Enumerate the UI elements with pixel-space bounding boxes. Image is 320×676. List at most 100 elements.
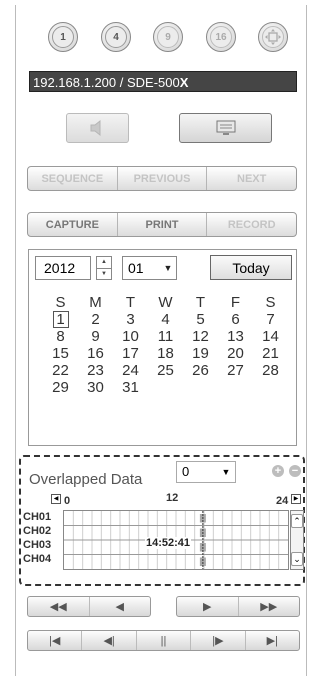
calendar-day[interactable]: 19 bbox=[183, 345, 218, 362]
calendar-day[interactable]: 16 bbox=[78, 345, 113, 362]
fast-forward-button[interactable]: ▶▶ bbox=[239, 597, 300, 616]
audio-button[interactable] bbox=[66, 113, 129, 143]
selected-day-box: 1 bbox=[52, 311, 69, 328]
channel-4-label: 4 bbox=[113, 31, 119, 43]
record-button[interactable]: RECORD bbox=[207, 213, 296, 236]
channel-16-label: 16 bbox=[215, 31, 227, 43]
spinner-down-icon[interactable]: ▼ bbox=[97, 269, 111, 280]
calendar-day[interactable]: 24 bbox=[113, 362, 148, 379]
first-frame-button[interactable]: |◀ bbox=[28, 631, 83, 650]
print-button[interactable]: PRINT bbox=[118, 213, 208, 236]
timeline-scrollbar[interactable]: ⌃ ⌄ bbox=[290, 510, 304, 570]
timeline-right-arrow-icon[interactable]: ▶ bbox=[291, 494, 301, 504]
calendar-day[interactable]: 11 bbox=[148, 328, 183, 345]
calendar-day[interactable]: 22 bbox=[43, 362, 78, 379]
weekday-label: T bbox=[195, 294, 206, 311]
scroll-down-icon[interactable]: ⌄ bbox=[291, 552, 303, 566]
calendar-day[interactable]: 5 bbox=[183, 311, 218, 328]
weekday-label: F bbox=[230, 294, 241, 311]
calendar-week-row: 1234567 bbox=[43, 311, 291, 328]
channel-label: CH04 bbox=[23, 553, 52, 565]
last-frame-button[interactable]: ▶| bbox=[246, 631, 299, 650]
chevron-down-icon: ▼ bbox=[221, 467, 231, 477]
nav-group-step: |◀ ◀| || |▶ ▶| bbox=[27, 630, 300, 651]
sequence-button[interactable]: SEQUENCE bbox=[28, 167, 118, 190]
calendar-day[interactable]: 23 bbox=[78, 362, 113, 379]
calendar-week-row: 29 30 31 bbox=[43, 379, 291, 396]
calendar-week-row: 22 23 24 25 26 27 28 bbox=[43, 362, 291, 379]
calendar-day[interactable]: 7 bbox=[253, 311, 288, 328]
today-button[interactable]: Today bbox=[210, 255, 292, 280]
calendar-day[interactable]: 3 bbox=[113, 311, 148, 328]
calendar-day[interactable]: 13 bbox=[218, 328, 253, 345]
spinner-up-icon[interactable]: ▲ bbox=[97, 257, 111, 269]
channel-labels: CH01 CH02 CH03 CH04 bbox=[21, 510, 63, 580]
timeline-left-arrow-icon[interactable]: ◀ bbox=[51, 494, 61, 504]
calendar-day[interactable]: 29 bbox=[43, 379, 78, 396]
calendar-day[interactable]: 28 bbox=[253, 362, 288, 379]
monitor-icon bbox=[216, 120, 235, 135]
calendar-day[interactable]: 14 bbox=[253, 328, 288, 345]
play-button[interactable]: ▶ bbox=[177, 597, 239, 616]
calendar-day[interactable]: 21 bbox=[253, 345, 288, 362]
zoom-out-icon[interactable]: − bbox=[289, 465, 301, 477]
calendar-day[interactable]: 30 bbox=[78, 379, 113, 396]
calendar-day[interactable]: 31 bbox=[113, 379, 148, 396]
year-field[interactable]: 2012 bbox=[35, 256, 91, 280]
calendar-day[interactable]: 1 bbox=[43, 311, 78, 328]
nav-group-back: ◀◀ ◀ bbox=[27, 596, 151, 617]
calendar-day[interactable]: 26 bbox=[183, 362, 218, 379]
pause-button[interactable]: || bbox=[137, 631, 192, 650]
calendar-day[interactable]: 9 bbox=[78, 328, 113, 345]
fullscreen-button[interactable] bbox=[258, 22, 288, 52]
overlapped-data-select[interactable]: 0 ▼ bbox=[176, 461, 236, 483]
capture-button[interactable]: CAPTURE bbox=[28, 213, 118, 236]
channel-16-button[interactable]: 16 bbox=[206, 22, 236, 52]
calendar-day[interactable]: 17 bbox=[113, 345, 148, 362]
weekday-label: S bbox=[265, 294, 276, 311]
display-button[interactable] bbox=[179, 113, 272, 143]
calendar-week-row: 15 16 17 18 19 20 21 bbox=[43, 345, 291, 362]
calendar-day[interactable]: 12 bbox=[183, 328, 218, 345]
calendar-day[interactable]: 4 bbox=[148, 311, 183, 328]
step-back-button[interactable]: ◀| bbox=[82, 631, 137, 650]
calendar-day[interactable]: 25 bbox=[148, 362, 183, 379]
nav-group-forward: ▶ ▶▶ bbox=[176, 596, 300, 617]
calendar-day[interactable]: 8 bbox=[43, 328, 78, 345]
step-forward-button[interactable]: |▶ bbox=[191, 631, 246, 650]
dvr-control-panel: 1 4 9 16 192.168.1.200 / SDE-500X SEQUEN… bbox=[15, 5, 307, 676]
channel-9-label: 9 bbox=[165, 31, 171, 43]
rewind-button[interactable]: ◀ bbox=[90, 597, 151, 616]
channel-9-button[interactable]: 9 bbox=[153, 22, 183, 52]
overlapped-data-label: Overlapped Data bbox=[29, 471, 143, 488]
recording-marker bbox=[199, 557, 206, 566]
weekday-header: S M T W T F S bbox=[43, 294, 291, 311]
calendar-day[interactable]: 10 bbox=[113, 328, 148, 345]
weekday-label: T bbox=[125, 294, 136, 311]
next-button[interactable]: NEXT bbox=[207, 167, 296, 190]
fast-rewind-button[interactable]: ◀◀ bbox=[28, 597, 90, 616]
previous-button[interactable]: PREVIOUS bbox=[118, 167, 208, 190]
playback-mode-group: SEQUENCE PREVIOUS NEXT bbox=[27, 166, 297, 191]
timeline-start-label: 0 bbox=[64, 495, 71, 507]
calendar-day[interactable]: 18 bbox=[148, 345, 183, 362]
channel-1-button[interactable]: 1 bbox=[48, 22, 78, 52]
zoom-in-icon[interactable]: + bbox=[272, 465, 284, 477]
year-value: 2012 bbox=[44, 260, 76, 276]
calendar-day[interactable]: 6 bbox=[218, 311, 253, 328]
calendar-day[interactable]: 27 bbox=[218, 362, 253, 379]
calendar-empty-cell bbox=[218, 379, 253, 396]
calendar-day[interactable]: 20 bbox=[218, 345, 253, 362]
month-select[interactable]: 01 ▼ bbox=[122, 256, 177, 280]
weekday-label: M bbox=[89, 294, 102, 311]
fullscreen-icon bbox=[265, 29, 281, 45]
weekday-label: S bbox=[55, 294, 66, 311]
timeline-end-label: 24 bbox=[276, 495, 289, 507]
channel-4-button[interactable]: 4 bbox=[101, 22, 131, 52]
calendar-day[interactable]: 2 bbox=[78, 311, 113, 328]
calendar-day[interactable]: 15 bbox=[43, 345, 78, 362]
speaker-icon bbox=[90, 119, 100, 137]
scroll-up-icon[interactable]: ⌃ bbox=[291, 514, 303, 528]
year-spinner[interactable]: ▲ ▼ bbox=[96, 256, 112, 280]
timeline-mid-label: 12 bbox=[166, 492, 179, 504]
